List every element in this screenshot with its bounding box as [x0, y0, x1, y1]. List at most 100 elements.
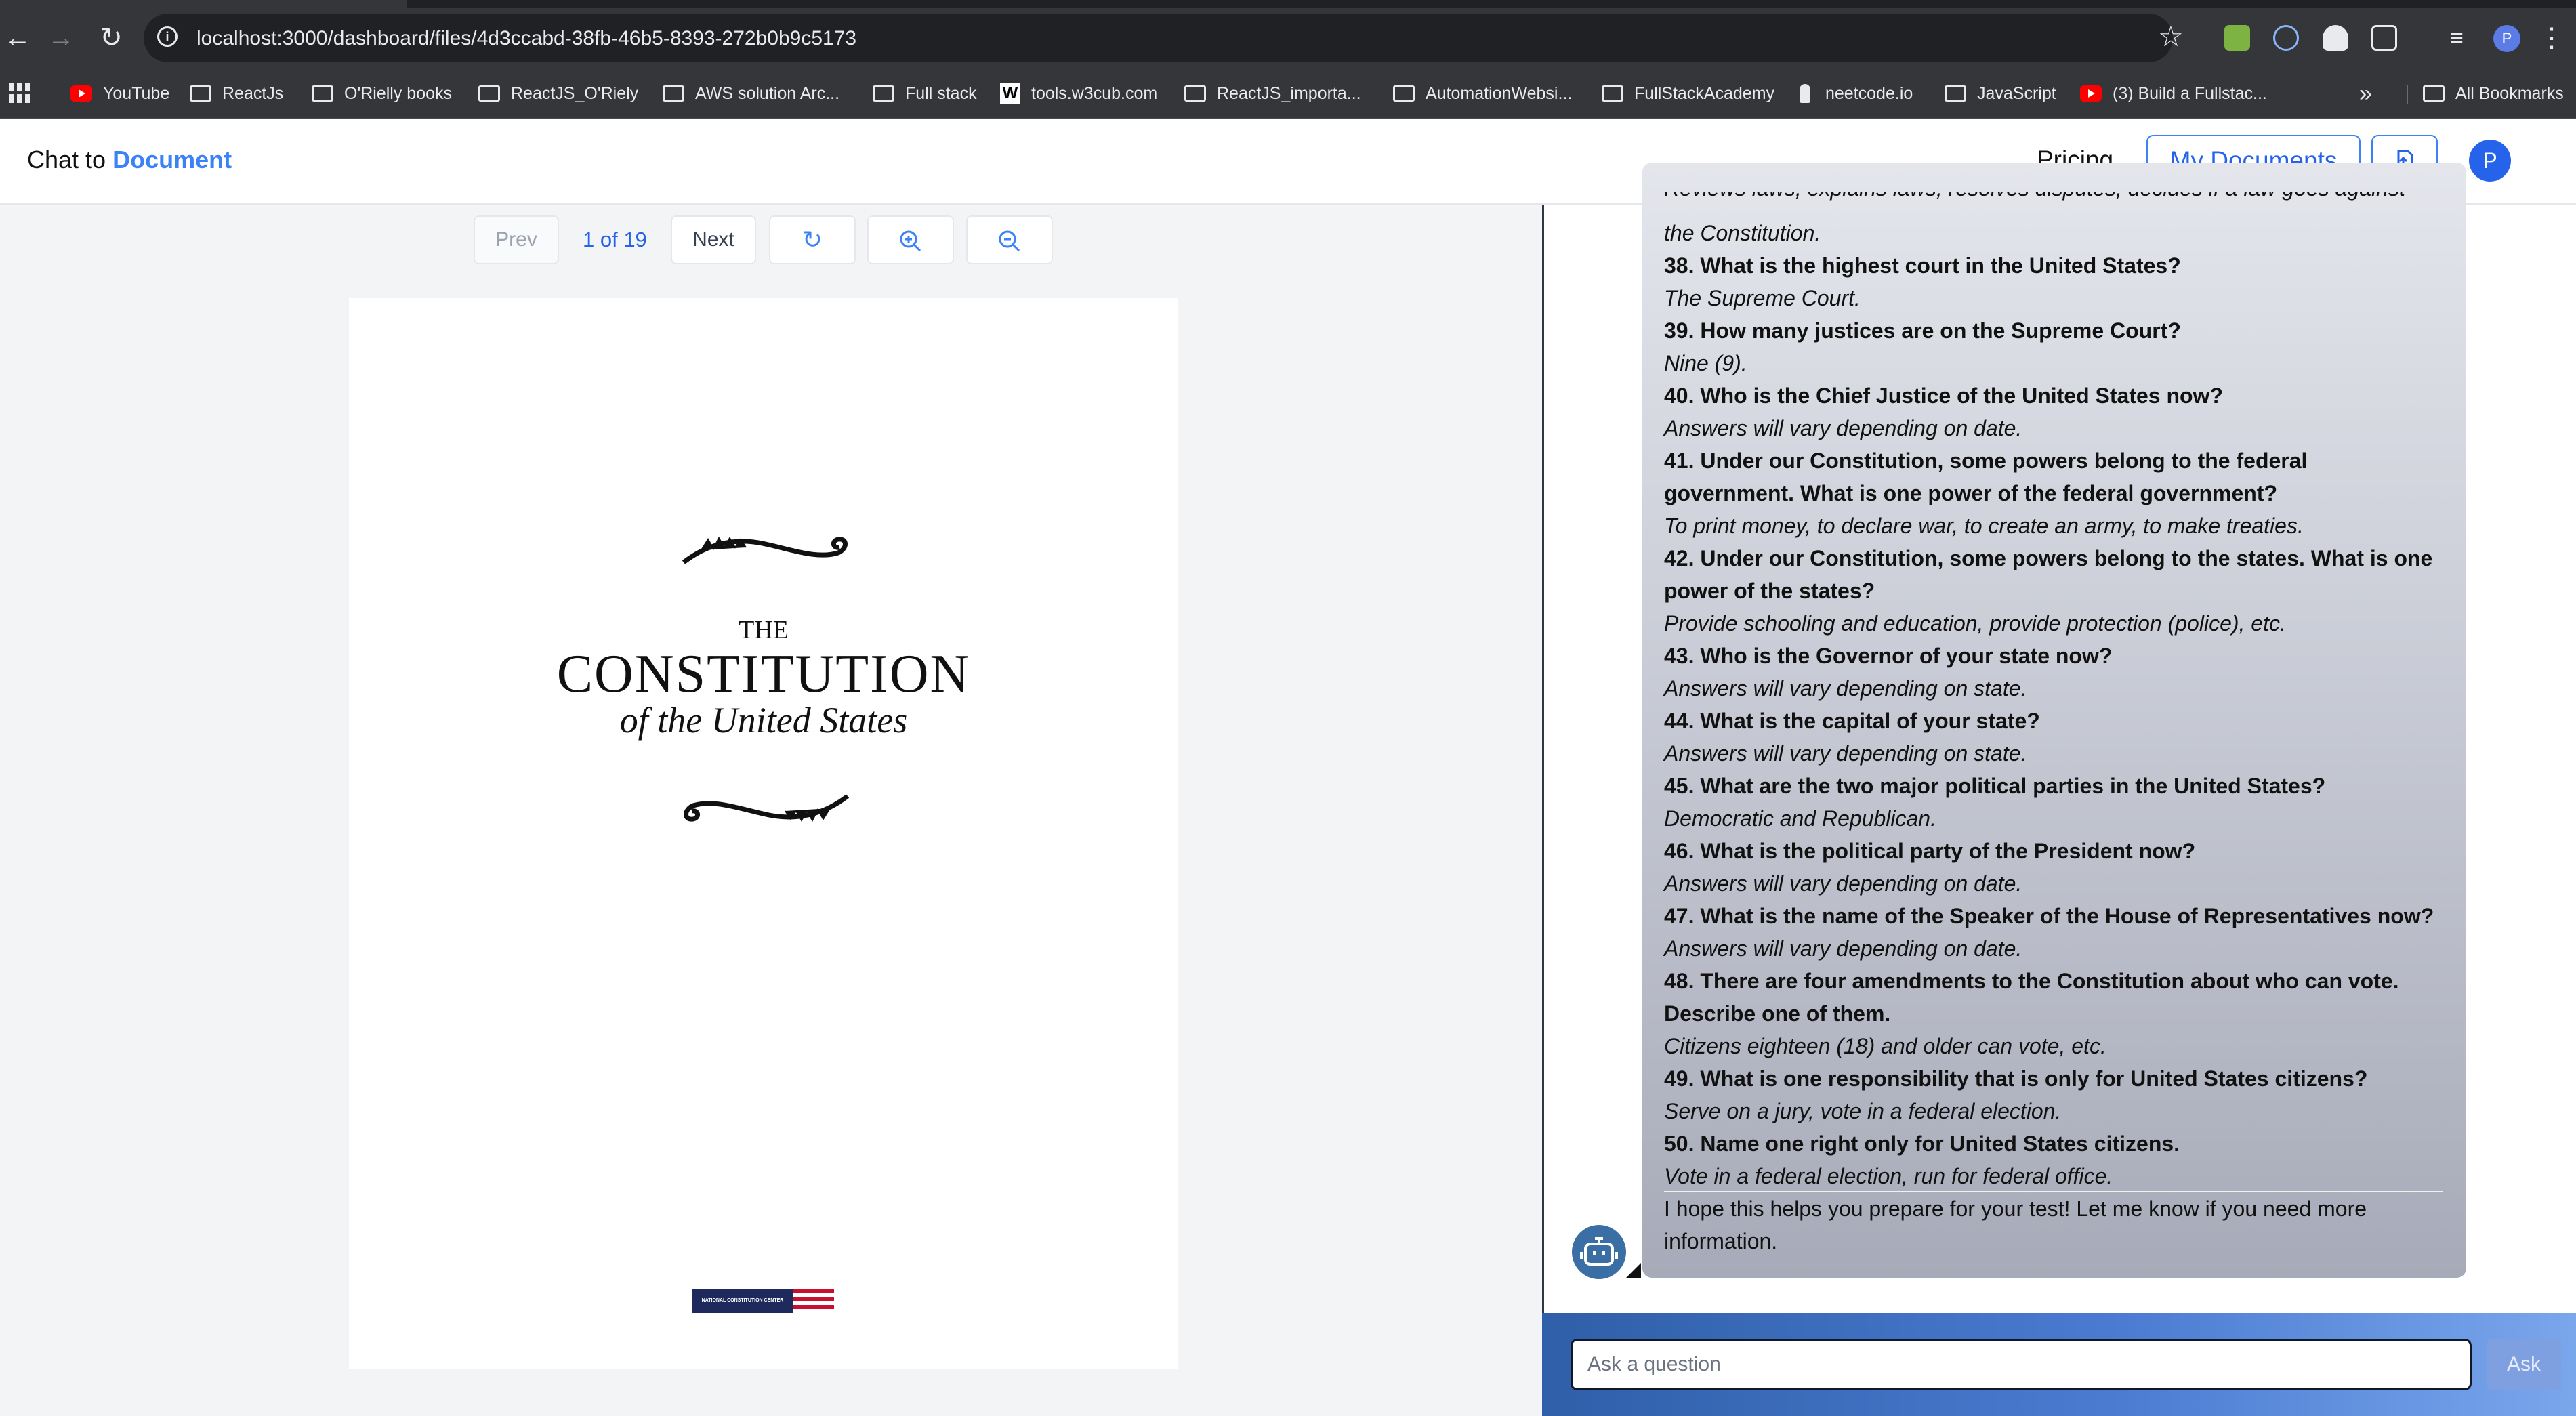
chat-answer-line: Provide schooling and education, provide… [1664, 611, 2286, 636]
profile-avatar[interactable]: P [2493, 25, 2520, 52]
folder-icon [873, 85, 894, 102]
bookmark-build-fullstack[interactable]: (3) Build a Fullstac... [2080, 80, 2267, 107]
chat-question-line: 40. Who is the Chief Justice of the Unit… [1664, 383, 2223, 408]
folder-icon [190, 85, 211, 102]
tab-search-icon[interactable]: ≡ [2439, 20, 2474, 56]
zoom-out-icon [999, 230, 1020, 252]
chat-answer-line: Citizens eighteen (18) and older can vot… [1664, 1034, 2106, 1058]
folder-icon [1184, 85, 1206, 102]
chat-question-line: 50. Name one right only for United State… [1664, 1131, 2180, 1156]
all-bookmarks[interactable]: All Bookmarks [2423, 80, 2564, 107]
doc-title: CONSTITUTION [556, 644, 971, 704]
chat-question-line: 48. There are four amendments to the Con… [1664, 969, 2399, 993]
chat-question-line: government. What is one power of the fed… [1664, 481, 2277, 505]
bookmark-automation[interactable]: AutomationWebsi... [1393, 80, 1572, 107]
folder-icon [478, 85, 500, 102]
folder-icon [1602, 85, 1623, 102]
chat-answer-line: Democratic and Republican. [1664, 806, 1936, 831]
puzzle-extensions-icon[interactable] [2371, 25, 2397, 51]
folder-icon [312, 85, 333, 102]
bookmarks-overflow-icon[interactable]: » [2359, 80, 2372, 107]
doc-the: THE [739, 616, 789, 644]
folder-icon [1393, 85, 1415, 102]
chat-answer-line: The Supreme Court. [1664, 286, 1861, 310]
chat-question-line: 44. What is the capital of your state? [1664, 709, 2040, 733]
bookmark-fullstackacademy[interactable]: FullStackAcademy [1602, 80, 1774, 107]
question-input[interactable] [1571, 1339, 2472, 1390]
next-page-button[interactable]: Next [671, 215, 756, 264]
extension-icon[interactable] [2224, 25, 2250, 51]
bot-avatar [1572, 1225, 1626, 1279]
bookmark-reactjs-oriely[interactable]: ReactJS_O'Riely [478, 80, 638, 107]
bookmark-reactjs-important[interactable]: ReactJS_importa... [1184, 80, 1361, 107]
chat-question-line: 46. What is the political party of the P… [1664, 839, 2196, 863]
chat-question-line: 43. Who is the Governor of your state no… [1664, 644, 2113, 668]
page-indicator: 1 of 19 [583, 228, 647, 251]
robot-icon [1580, 1237, 1618, 1266]
chat-answer-line: Answers will vary depending on state. [1664, 676, 2027, 701]
bookmark-star-icon[interactable]: ☆ [2153, 19, 2188, 54]
chat-question-line: 49. What is one responsibility that is o… [1664, 1066, 2368, 1091]
extension-icon[interactable] [2323, 25, 2348, 51]
bookmark-reactjs[interactable]: ReactJs [190, 80, 283, 107]
chat-answer-line: the Constitution. [1664, 221, 1821, 245]
chat-text-line: information. [1664, 1229, 1778, 1253]
chat-question-line: 42. Under our Constitution, some powers … [1664, 546, 2433, 570]
url-text[interactable]: localhost:3000/dashboard/files/4d3ccabd-… [196, 26, 856, 51]
doc-subtitle: of the United States [619, 700, 908, 741]
chat-answer-line: Answers will vary depending on date. [1664, 416, 2022, 440]
bookmark-neetcode[interactable]: neetcode.io [1800, 80, 1913, 107]
chat-question-line: power of the states? [1664, 579, 1875, 603]
bookmark-youtube[interactable]: YouTube [70, 80, 169, 107]
youtube-icon [70, 85, 92, 102]
ornament-top [682, 536, 848, 564]
bookmark-javascript[interactable]: JavaScript [1945, 80, 2056, 107]
national-constitution-center-logo: NATIONAL CONSTITUTION CENTER [692, 1289, 834, 1313]
folder-icon [1945, 85, 1966, 102]
prev-page-button[interactable]: Prev [474, 215, 559, 264]
zoom-out-button[interactable] [966, 215, 1053, 264]
site-info-icon[interactable]: i [157, 26, 178, 47]
forward-icon[interactable]: → [43, 20, 79, 56]
chat-answer-line: Answers will vary depending on date. [1664, 871, 2022, 896]
youtube-icon [2080, 85, 2102, 102]
folder-icon [2423, 85, 2445, 102]
tab-strip [0, 0, 2576, 8]
app-logo[interactable]: Chat to Document [27, 146, 232, 174]
bookmark-w3cub[interactable]: Wtools.w3cub.com [1000, 80, 1157, 107]
more-menu-icon[interactable]: ⋮ [2534, 20, 2569, 56]
rotate-icon: ↻ [802, 226, 823, 253]
chat-answer-line: Serve on a jury, vote in a federal elect… [1664, 1099, 2062, 1123]
folder-icon [663, 85, 684, 102]
chat-answer-line: Answers will vary depending on date. [1664, 936, 2022, 961]
bookmark-orielly-books[interactable]: O'Rielly books [312, 80, 452, 107]
active-tab[interactable] [0, 0, 407, 8]
w3cub-icon: W [1000, 83, 1020, 104]
chat-question-line: 38. What is the highest court in the Uni… [1664, 253, 2181, 278]
neetcode-icon [1800, 84, 1810, 103]
back-icon[interactable]: ← [0, 20, 35, 56]
pdf-page: THE CONSTITUTION of the United States NA… [349, 298, 1178, 1369]
chat-answer-line: To print money, to declare war, to creat… [1664, 514, 2304, 538]
ornament-bottom [684, 794, 850, 822]
bookmarks-divider [2407, 85, 2408, 104]
bubble-pointer [1626, 1263, 1641, 1278]
user-avatar[interactable]: P [2469, 140, 2511, 182]
ask-button[interactable]: Ask [2487, 1339, 2561, 1390]
chat-answer-line: Vote in a federal election, run for fede… [1664, 1164, 2113, 1188]
chat-answer-line: Answers will vary depending on state. [1664, 741, 2027, 766]
reload-icon[interactable]: ↻ [94, 20, 129, 56]
chat-answer-line: Nine (9). [1664, 351, 1747, 375]
rotate-button[interactable]: ↻ [769, 215, 856, 264]
apps-icon[interactable] [9, 83, 30, 103]
bookmark-full-stack[interactable]: Full stack [873, 80, 977, 107]
zoom-in-icon [900, 230, 921, 252]
chat-question-line: 47. What is the name of the Speaker of t… [1664, 904, 2434, 928]
bookmark-aws[interactable]: AWS solution Arc... [663, 80, 839, 107]
chat-text-line: I hope this helps you prepare for your t… [1664, 1196, 2367, 1221]
chat-question-line: Describe one of them. [1664, 1001, 1891, 1026]
zoom-in-button[interactable] [867, 215, 954, 264]
react-devtools-icon[interactable] [2273, 25, 2299, 51]
chat-question-line: 45. What are the two major political par… [1664, 774, 2326, 798]
chat-question-line: 39. How many justices are on the Supreme… [1664, 318, 2181, 343]
